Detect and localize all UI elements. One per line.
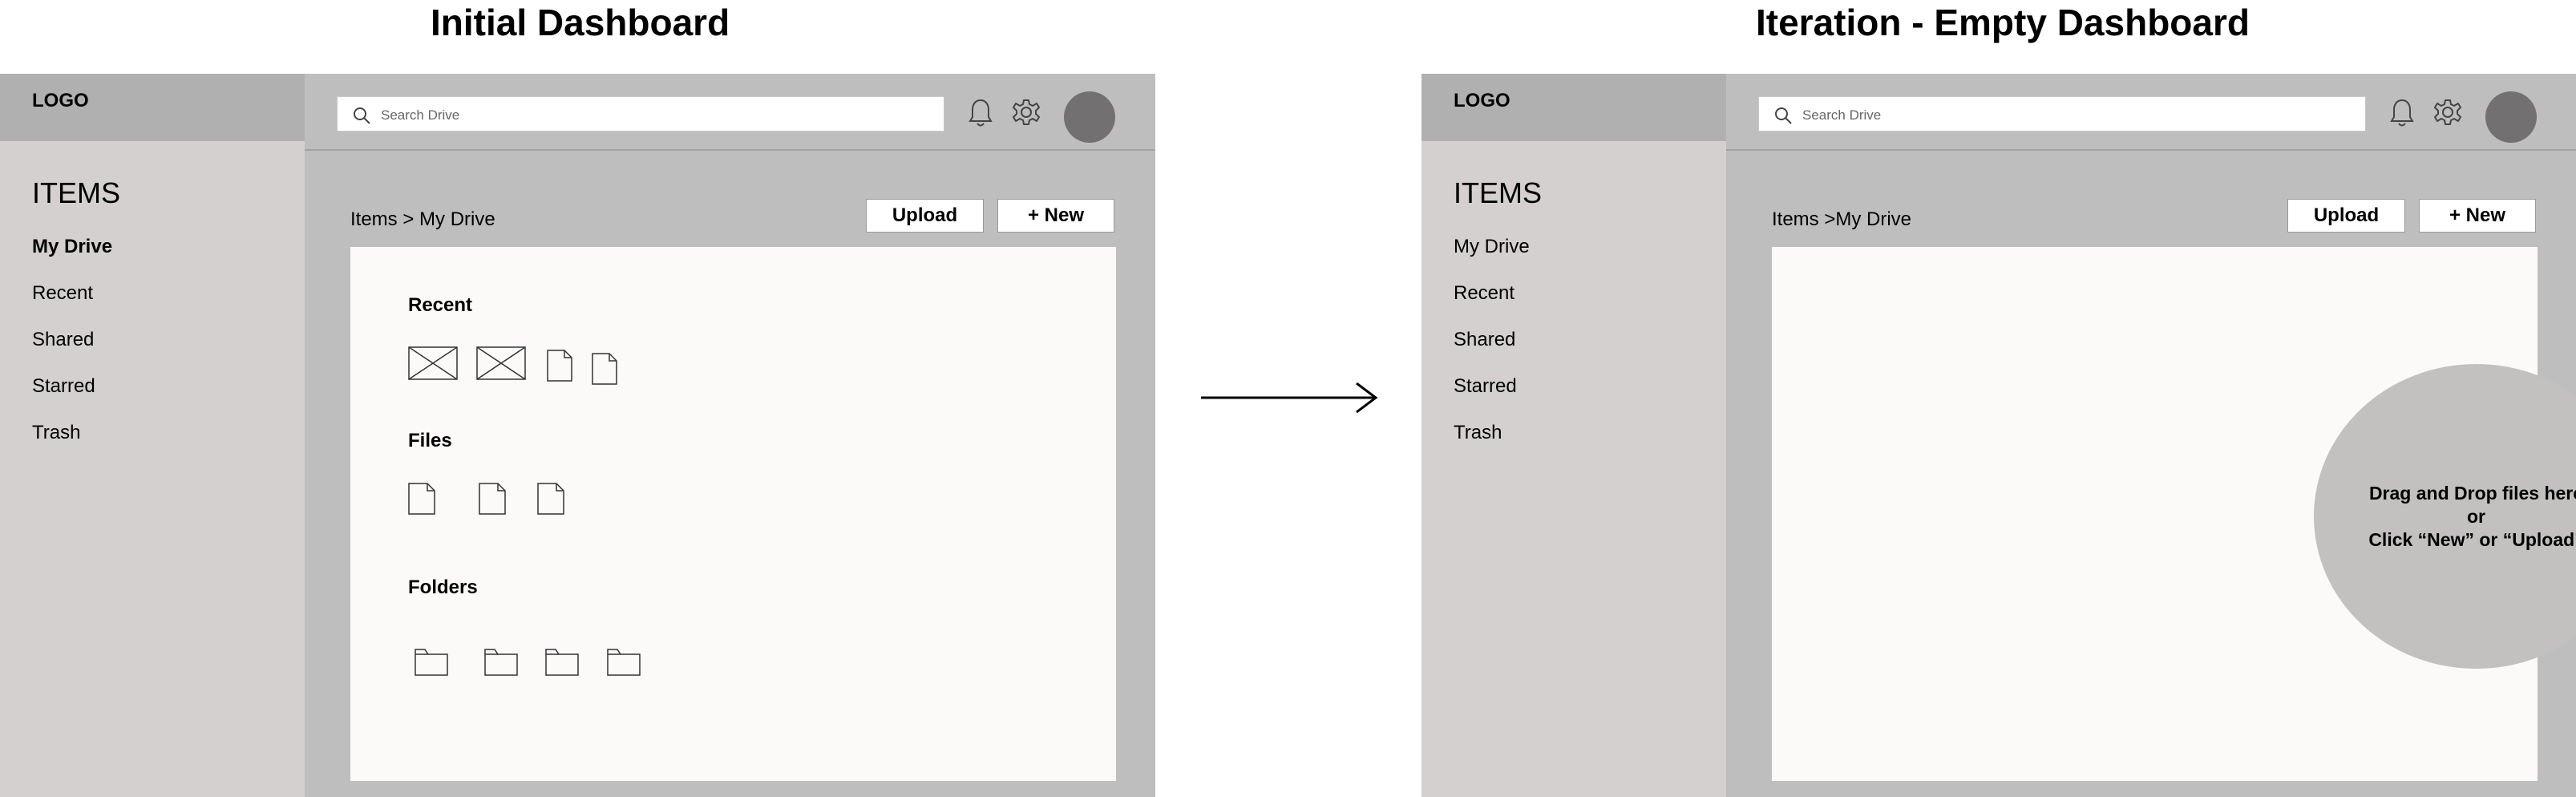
drop-zone-line-1: Drag and Drop files here [2368, 482, 2576, 504]
search-input[interactable]: Search Drive [1758, 96, 2366, 131]
gear-icon[interactable] [1012, 98, 1041, 127]
section-title-files: Files [408, 430, 452, 451]
new-button[interactable]: + New [997, 199, 1114, 233]
breadcrumb: Items >My Drive [1772, 208, 1912, 230]
top-bar: Search Drive [1726, 74, 2576, 151]
sidebar-item-my-drive[interactable]: My Drive [1454, 235, 1530, 259]
new-button[interactable]: + New [2419, 199, 2536, 233]
sidebar-item-trash[interactable]: Trash [32, 421, 80, 445]
sidebar-item-my-drive[interactable]: My Drive [32, 235, 112, 259]
section-title-folders: Folders [408, 577, 478, 598]
transition-arrow-icon [1201, 382, 1378, 414]
sidebar-item-trash[interactable]: Trash [1454, 421, 1502, 445]
drop-zone-line-3: Click “New” or “Upload” [2368, 528, 2576, 550]
logo-bar: LOGO [1421, 74, 1726, 141]
avatar[interactable] [2485, 91, 2537, 143]
folder-icon[interactable] [545, 647, 579, 676]
logo-bar: LOGO [0, 74, 305, 141]
file-icon[interactable] [537, 483, 564, 515]
search-icon [1775, 107, 1792, 124]
search-input[interactable]: Search Drive [337, 96, 944, 131]
breadcrumb: Items > My Drive [350, 208, 495, 230]
top-bar: Search Drive [305, 74, 1155, 151]
sidebar: LOGO ITEMS My Drive Recent Shared Starre… [1421, 74, 1726, 797]
bell-icon[interactable] [2389, 98, 2415, 128]
file-icon[interactable] [479, 483, 506, 515]
upload-button[interactable]: Upload [866, 199, 984, 233]
upload-button[interactable]: Upload [2287, 199, 2405, 233]
sidebar-item-recent[interactable]: Recent [1454, 281, 1514, 305]
search-icon [354, 107, 370, 124]
iteration-dashboard-title: Iteration - Empty Dashboard [1756, 2, 2250, 43]
logo[interactable]: LOGO [32, 90, 89, 112]
gear-icon[interactable] [2433, 98, 2462, 127]
image-placeholder-icon[interactable] [408, 346, 458, 380]
folder-icon[interactable] [415, 647, 448, 676]
sidebar-item-shared[interactable]: Shared [1454, 328, 1515, 352]
sidebar: LOGO ITEMS My Drive Recent Shared Starre… [0, 74, 305, 797]
section-title-recent: Recent [408, 294, 473, 316]
sidebar-item-starred[interactable]: Starred [1454, 374, 1517, 398]
initial-dashboard-title: Initial Dashboard [431, 2, 730, 43]
sidebar-item-starred[interactable]: Starred [32, 374, 95, 398]
file-icon[interactable] [408, 483, 435, 515]
logo[interactable]: LOGO [1454, 90, 1510, 112]
iteration-dashboard-frame: LOGO ITEMS My Drive Recent Shared Starre… [1421, 74, 2576, 797]
search-placeholder: Search Drive [1802, 107, 1882, 123]
initial-dashboard-frame: LOGO ITEMS My Drive Recent Shared Starre… [0, 74, 1155, 797]
content-area: Recent Files Folders [350, 247, 1116, 781]
folder-icon[interactable] [607, 647, 641, 676]
drop-zone-line-2: or [2467, 505, 2485, 527]
items-heading: ITEMS [1454, 176, 1543, 209]
file-icon[interactable] [547, 350, 572, 382]
items-heading: ITEMS [32, 176, 121, 209]
sidebar-item-shared[interactable]: Shared [32, 328, 94, 352]
avatar[interactable] [1064, 91, 1115, 143]
image-placeholder-icon[interactable] [476, 346, 526, 380]
folder-icon[interactable] [484, 647, 518, 676]
bell-icon[interactable] [968, 98, 993, 128]
file-icon[interactable] [592, 353, 617, 385]
sidebar-item-recent[interactable]: Recent [32, 281, 93, 305]
search-placeholder: Search Drive [381, 107, 460, 123]
